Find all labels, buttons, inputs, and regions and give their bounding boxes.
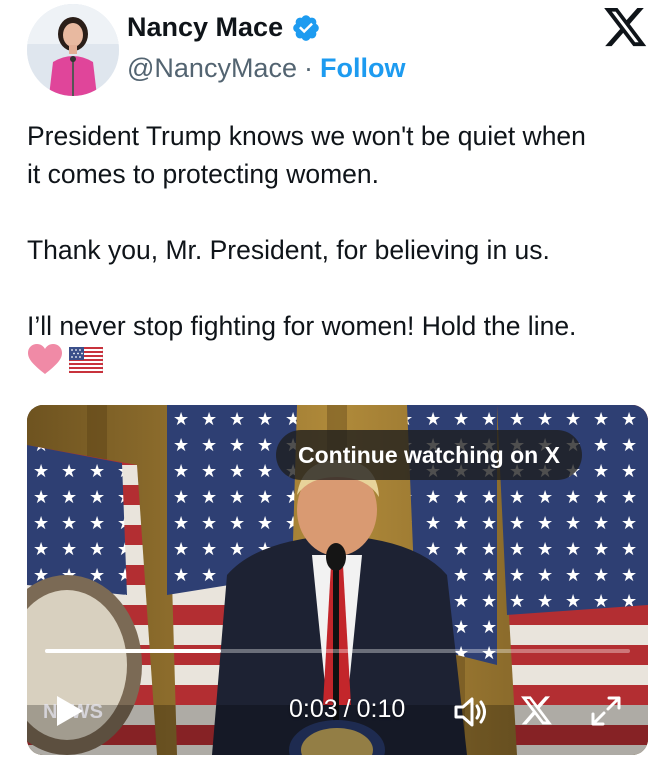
follow-button[interactable]: Follow	[320, 53, 405, 84]
video-time-readout: 0:03 / 0:10	[289, 695, 405, 724]
video-progress-fill	[45, 649, 221, 653]
avatar[interactable]	[27, 4, 119, 96]
tweet-line: I’ll never stop fighting for women! Hold…	[27, 311, 577, 341]
continue-watching-button[interactable]: Continue watching on X	[276, 430, 582, 480]
verified-badge-icon	[291, 13, 321, 43]
pink-heart-icon	[27, 343, 63, 385]
tweet-embed-card: Nancy Mace @NancyMace · Follow President…	[0, 0, 670, 766]
video-player[interactable]: ★	[27, 405, 648, 755]
handle-separator: ·	[303, 53, 313, 83]
tweet-line: Thank you, Mr. President, for believing …	[27, 235, 550, 265]
tweet-line: President Trump knows we won't be quiet …	[27, 121, 586, 151]
video-progress-bar[interactable]	[45, 649, 630, 653]
us-flag-icon	[68, 345, 104, 383]
duration: 0:10	[356, 695, 406, 723]
current-time: 0:03	[289, 695, 338, 723]
play-icon[interactable]	[51, 693, 87, 729]
author-name-row: Nancy Mace	[127, 12, 321, 43]
author-handle[interactable]: @NancyMace	[127, 53, 297, 84]
author-handle-row: @NancyMace · Follow	[127, 53, 405, 84]
author-display-name[interactable]: Nancy Mace	[127, 12, 283, 43]
fullscreen-icon[interactable]	[589, 694, 623, 728]
emoji-row	[27, 343, 657, 385]
volume-icon[interactable]	[452, 695, 490, 729]
x-logo-icon[interactable]	[521, 696, 553, 726]
x-logo-icon[interactable]	[604, 8, 648, 48]
tweet-line: it comes to protecting women.	[27, 159, 380, 189]
time-separator: /	[343, 695, 351, 723]
tweet-text: President Trump knows we won't be quiet …	[27, 117, 657, 383]
